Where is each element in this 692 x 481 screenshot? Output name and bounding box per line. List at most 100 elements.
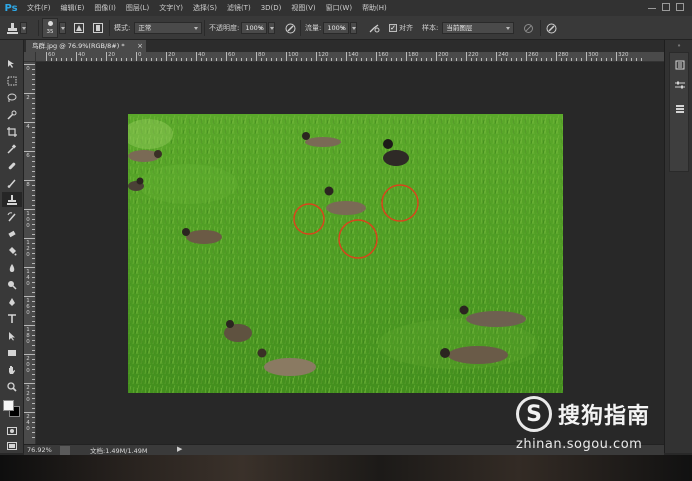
- ruler-tick: [296, 58, 297, 61]
- menu-3d[interactable]: 3D(D): [256, 0, 287, 16]
- eyedropper-tool-icon[interactable]: [2, 141, 22, 156]
- ruler-tick: [171, 58, 172, 61]
- brush-tool-icon[interactable]: [2, 175, 22, 190]
- zoom-tool-icon[interactable]: [2, 379, 22, 394]
- ruler-tick: [511, 58, 512, 61]
- shape-tool-icon[interactable]: [2, 345, 22, 360]
- ruler-tick: [281, 58, 282, 61]
- status-menu-arrow-icon[interactable]: ▶: [177, 445, 182, 453]
- window-maximize-icon[interactable]: [662, 3, 670, 11]
- flow-input[interactable]: 100%: [323, 22, 350, 34]
- ignore-adjustment-layers-icon[interactable]: [522, 22, 535, 35]
- zoom-level[interactable]: 76.92%: [24, 446, 60, 454]
- toggle-clone-source-icon[interactable]: [91, 22, 104, 35]
- ruler-tick: [351, 58, 352, 61]
- foreground-color-swatch[interactable]: [3, 400, 14, 411]
- brush-preview[interactable]: 35: [42, 18, 58, 38]
- pressure-opacity-icon[interactable]: [284, 22, 297, 35]
- history-brush-tool-icon[interactable]: [2, 209, 22, 224]
- menu-layer[interactable]: 图层(L): [121, 0, 154, 16]
- clone-stamp-tool-icon[interactable]: [2, 192, 22, 207]
- menu-type[interactable]: 文字(Y): [154, 0, 188, 16]
- lasso-tool-icon[interactable]: [2, 90, 22, 105]
- eraser-tool-icon[interactable]: [2, 226, 22, 241]
- ruler-tick: [32, 388, 35, 389]
- ruler-tick: [32, 345, 35, 346]
- history-panel-icon[interactable]: [673, 59, 687, 71]
- aligned-check[interactable]: ✓: [389, 24, 397, 32]
- ruler-label: 0: [26, 66, 30, 72]
- ruler-tick: [32, 335, 35, 336]
- ruler-label: 2 4 0: [26, 414, 30, 432]
- dodge-tool-icon[interactable]: [2, 277, 22, 292]
- ruler-tick: [591, 58, 592, 61]
- menu-select[interactable]: 选择(S): [188, 0, 222, 16]
- ruler-tick: [401, 58, 402, 61]
- toggle-brush-panel-icon[interactable]: [72, 22, 85, 35]
- brush-picker[interactable]: 35: [42, 16, 66, 40]
- document-image[interactable]: [128, 114, 563, 393]
- tool-preset-picker[interactable]: [6, 16, 27, 40]
- paint-bucket-tool-icon[interactable]: [2, 243, 22, 258]
- status-info-icon[interactable]: [60, 445, 70, 455]
- ruler-tick: [32, 350, 35, 351]
- window-minimize-icon[interactable]: [648, 3, 656, 9]
- ruler-tick: [32, 113, 35, 114]
- type-tool-icon[interactable]: [2, 311, 22, 326]
- hand-tool-icon[interactable]: [2, 362, 22, 377]
- blur-tool-icon[interactable]: [2, 260, 22, 275]
- dock-collapse-icon[interactable]: »: [669, 43, 689, 49]
- ruler-tick: [166, 52, 167, 61]
- document-tab[interactable]: 鸟群.jpg @ 76.9%(RGB/8#) * ×: [26, 40, 146, 52]
- ruler-tick: [621, 58, 622, 61]
- brush-size-dropdown[interactable]: [59, 22, 66, 34]
- path-selection-tool-icon[interactable]: [2, 328, 22, 343]
- menu-window[interactable]: 窗口(W): [321, 0, 357, 16]
- ruler-tick: [441, 58, 442, 61]
- document-tab-title: 鸟群.jpg @ 76.9%(RGB/8#) *: [32, 42, 125, 50]
- layers-panel-icon[interactable]: [673, 103, 687, 115]
- marquee-tool-icon[interactable]: [2, 73, 22, 88]
- window-close-icon[interactable]: [676, 3, 684, 11]
- document-close-icon[interactable]: ×: [137, 40, 143, 52]
- airbrush-icon[interactable]: [368, 22, 381, 35]
- ruler-tick: [32, 79, 35, 80]
- quick-mask-icon[interactable]: [2, 423, 22, 438]
- tool-preset-dropdown[interactable]: [20, 22, 27, 34]
- menu-filter[interactable]: 滤镜(T): [222, 0, 256, 16]
- ruler-tick: [32, 393, 35, 394]
- ruler-tick: [456, 58, 457, 61]
- ruler-tick: [32, 369, 35, 370]
- mode-select[interactable]: 正常: [134, 22, 203, 34]
- ruler-tick: [266, 58, 267, 61]
- pressure-size-icon[interactable]: [545, 22, 558, 35]
- menu-view[interactable]: 视图(V): [286, 0, 320, 16]
- ruler-tick: [32, 422, 35, 423]
- sample-select[interactable]: 当前图层: [442, 22, 515, 34]
- pen-tool-icon[interactable]: [2, 294, 22, 309]
- ruler-tick: [371, 58, 372, 61]
- ruler-tick: [32, 190, 35, 191]
- aligned-checkbox[interactable]: ✓ 对齐: [389, 16, 413, 40]
- adjustments-panel-icon[interactable]: [673, 79, 687, 91]
- opacity-slider-dropdown[interactable]: [268, 22, 276, 34]
- ruler-vertical[interactable]: 0 2 4 6 8 1 0 0 1 2 0 1 4 0 1 6 0 1 8 0 2 0 0 2 2 0…: [24, 62, 36, 444]
- menu-file[interactable]: 文件(F): [22, 0, 56, 16]
- ruler-origin[interactable]: [24, 52, 36, 62]
- ruler-horizontal[interactable]: 60 40 20 0 20 40 60 80 100 120 140 160 180 200 220 240 2…: [36, 52, 664, 62]
- quick-selection-tool-icon[interactable]: [2, 107, 22, 122]
- ruler-tick: [51, 58, 52, 61]
- crop-tool-icon[interactable]: [2, 124, 22, 139]
- opacity-input[interactable]: 100%: [241, 22, 268, 34]
- menu-image[interactable]: 图像(I): [89, 0, 121, 16]
- flow-slider-dropdown[interactable]: [350, 22, 358, 34]
- menu-edit[interactable]: 编辑(E): [56, 0, 90, 16]
- move-tool-icon[interactable]: [2, 56, 22, 71]
- ruler-tick: [336, 58, 337, 61]
- ruler-tick: [32, 185, 35, 186]
- ruler-tick: [32, 98, 35, 99]
- screen-mode-icon[interactable]: [2, 438, 22, 453]
- menu-help[interactable]: 帮助(H): [357, 0, 392, 16]
- photoshop-logo: Ps: [4, 2, 18, 14]
- healing-brush-tool-icon[interactable]: [2, 158, 22, 173]
